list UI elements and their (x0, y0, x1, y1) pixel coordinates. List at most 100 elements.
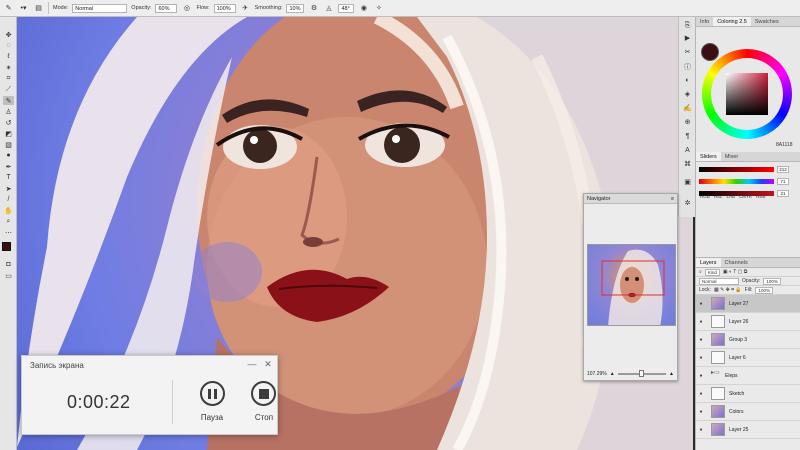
properties-icon[interactable]: ✂ (682, 47, 693, 57)
adjustments-icon[interactable]: ◐ (682, 75, 693, 85)
visibility-eye-icon[interactable]: ● (696, 427, 706, 433)
blend-mode-dropdown[interactable]: Normal (699, 277, 739, 285)
move-icon[interactable]: ✥ (3, 30, 14, 39)
actions-icon[interactable]: ▶ (682, 33, 693, 43)
smoothing-options-icon[interactable]: ⚙ (308, 2, 319, 14)
tab-info[interactable]: Info (696, 17, 713, 26)
zoom-out-icon[interactable]: ▲ (610, 371, 615, 377)
minimize-icon[interactable]: — (246, 358, 258, 370)
zoom-slider-knob[interactable] (639, 370, 645, 377)
symmetry-icon[interactable]: ✧ (373, 2, 384, 14)
close-icon[interactable]: ✕ (262, 358, 274, 370)
history-brush-icon[interactable]: ↺ (3, 118, 14, 127)
tab-mixer[interactable]: Mixer (721, 152, 742, 161)
layer-row[interactable]: ● Layer 25 (696, 421, 800, 439)
layer-row[interactable]: ● Sketch (696, 385, 800, 403)
character-icon[interactable]: A (682, 145, 693, 155)
history-icon[interactable]: ⎘ (682, 21, 693, 31)
type-icon[interactable]: T (3, 173, 14, 182)
current-color-swatch[interactable] (701, 43, 719, 61)
shape-icon[interactable]: / (3, 195, 14, 204)
saturation-square[interactable] (726, 73, 768, 115)
tab-channels[interactable]: Channels (721, 258, 752, 267)
tab-swatches[interactable]: Swatches (751, 17, 783, 26)
visibility-eye-icon[interactable]: ● (696, 373, 706, 379)
marquee-icon[interactable]: ◌ (3, 41, 14, 50)
brush-settings-icon[interactable]: ▤ (33, 2, 44, 14)
tab-coloring[interactable]: Coloring 2.5 (713, 17, 751, 26)
dodge-icon[interactable]: ● (3, 151, 14, 160)
glyphs-icon[interactable]: ⌘ (682, 159, 693, 169)
eyedropper-icon[interactable]: ⟋ (3, 85, 14, 94)
visibility-eye-icon[interactable]: ● (696, 391, 706, 397)
layer-row[interactable]: ● Group 3 (696, 331, 800, 349)
layer-row[interactable]: ● Layer 27 (696, 295, 800, 313)
quick-mask-icon[interactable]: ◘ (3, 260, 14, 269)
layer-row[interactable]: ● Layer 6 (696, 349, 800, 367)
clone-stamp-icon[interactable]: ♙ (3, 107, 14, 116)
filter-icons[interactable]: ▣ ◐ T ▢ ⧉ (723, 269, 747, 275)
color-wheel[interactable] (702, 49, 792, 139)
brush-tool-icon[interactable]: ✎ (3, 2, 14, 14)
eraser-icon[interactable]: ◩ (3, 129, 14, 138)
fill-input[interactable]: 100% (755, 286, 773, 294)
lock-icons[interactable]: ▦ ✎ ✥ ⌗ 🔒 (714, 287, 742, 293)
layer-row[interactable]: ● Colors (696, 403, 800, 421)
visibility-eye-icon[interactable]: ● (696, 319, 706, 325)
red-slider-bar[interactable] (699, 167, 774, 172)
visibility-eye-icon[interactable]: ● (696, 355, 706, 361)
flow-input[interactable]: 100% (213, 3, 236, 13)
visibility-eye-icon[interactable]: ● (696, 409, 706, 415)
styles-icon[interactable]: ◈ (682, 89, 693, 99)
gradient-icon[interactable]: ▧ (3, 140, 14, 149)
paragraph-icon[interactable]: ¶ (682, 131, 693, 141)
mode-rgb[interactable]: RGB (700, 194, 710, 199)
more-icon[interactable]: ⋯ (3, 228, 14, 237)
blue-value[interactable]: 21 (777, 190, 789, 197)
zoom-slider[interactable] (617, 370, 667, 377)
brush-icon[interactable]: ✎ (3, 96, 14, 105)
navigator-thumbnail[interactable] (587, 244, 676, 326)
mode-lab[interactable]: LAB (727, 194, 736, 199)
navigator-menu-icon[interactable]: ≡ (671, 196, 674, 202)
slider-green[interactable]: 71 (699, 177, 798, 186)
mode-cmyk[interactable]: CMYK (739, 194, 752, 199)
mode-hsb[interactable]: HSB (756, 194, 765, 199)
green-value[interactable]: 71 (777, 178, 789, 185)
smoothing-input[interactable]: 10% (286, 3, 305, 13)
zoom-icon[interactable]: ⌕ (3, 217, 14, 226)
layer-row[interactable]: ● Layer 26 (696, 313, 800, 331)
red-value[interactable]: 212 (777, 166, 789, 173)
slider-red[interactable]: 212 (699, 165, 798, 174)
pressure-size-icon[interactable]: ◉ (358, 2, 369, 14)
navigator-icon[interactable]: ✲ (682, 198, 693, 208)
zoom-value[interactable]: 107.29% (587, 371, 607, 377)
path-select-icon[interactable]: ➤ (3, 184, 14, 193)
info-icon[interactable]: ⓘ (682, 62, 693, 72)
angle-icon[interactable]: ◬ (323, 2, 334, 14)
clone-source-icon[interactable]: ⊕ (682, 117, 693, 127)
lasso-icon[interactable]: ℓ (3, 52, 14, 61)
stop-button[interactable] (251, 381, 276, 406)
zoom-in-icon[interactable]: ▲ (669, 371, 674, 377)
tab-layers[interactable]: Layers (696, 258, 721, 267)
opacity-input[interactable]: 60% (155, 3, 178, 13)
kind-dropdown[interactable]: Kind (704, 268, 720, 276)
pressure-opacity-icon[interactable]: ◎ (181, 2, 192, 14)
angle-input[interactable]: 48° (338, 3, 355, 13)
tab-sliders[interactable]: Sliders (696, 152, 721, 161)
screen-mode-icon[interactable]: ▭ (3, 271, 14, 280)
magic-wand-icon[interactable]: ✶ (3, 63, 14, 72)
mode-dropdown[interactable]: Normal (72, 3, 128, 13)
mode-hsl[interactable]: HSL (714, 194, 723, 199)
crop-icon[interactable]: ⌗ (3, 74, 14, 83)
hex-value[interactable]: 8A1118 (776, 142, 793, 148)
layer-row[interactable]: ● ▸▭ Eleps (696, 367, 800, 385)
pen-icon[interactable]: ✒ (3, 162, 14, 171)
hand-icon[interactable]: ✋ (3, 206, 14, 215)
pause-button[interactable] (200, 381, 225, 406)
foreground-color-swatch[interactable] (2, 242, 11, 251)
libraries-icon[interactable]: ▣ (682, 177, 693, 187)
layer-opacity-input[interactable]: 100% (763, 277, 781, 285)
airbrush-icon[interactable]: ✈ (240, 2, 251, 14)
